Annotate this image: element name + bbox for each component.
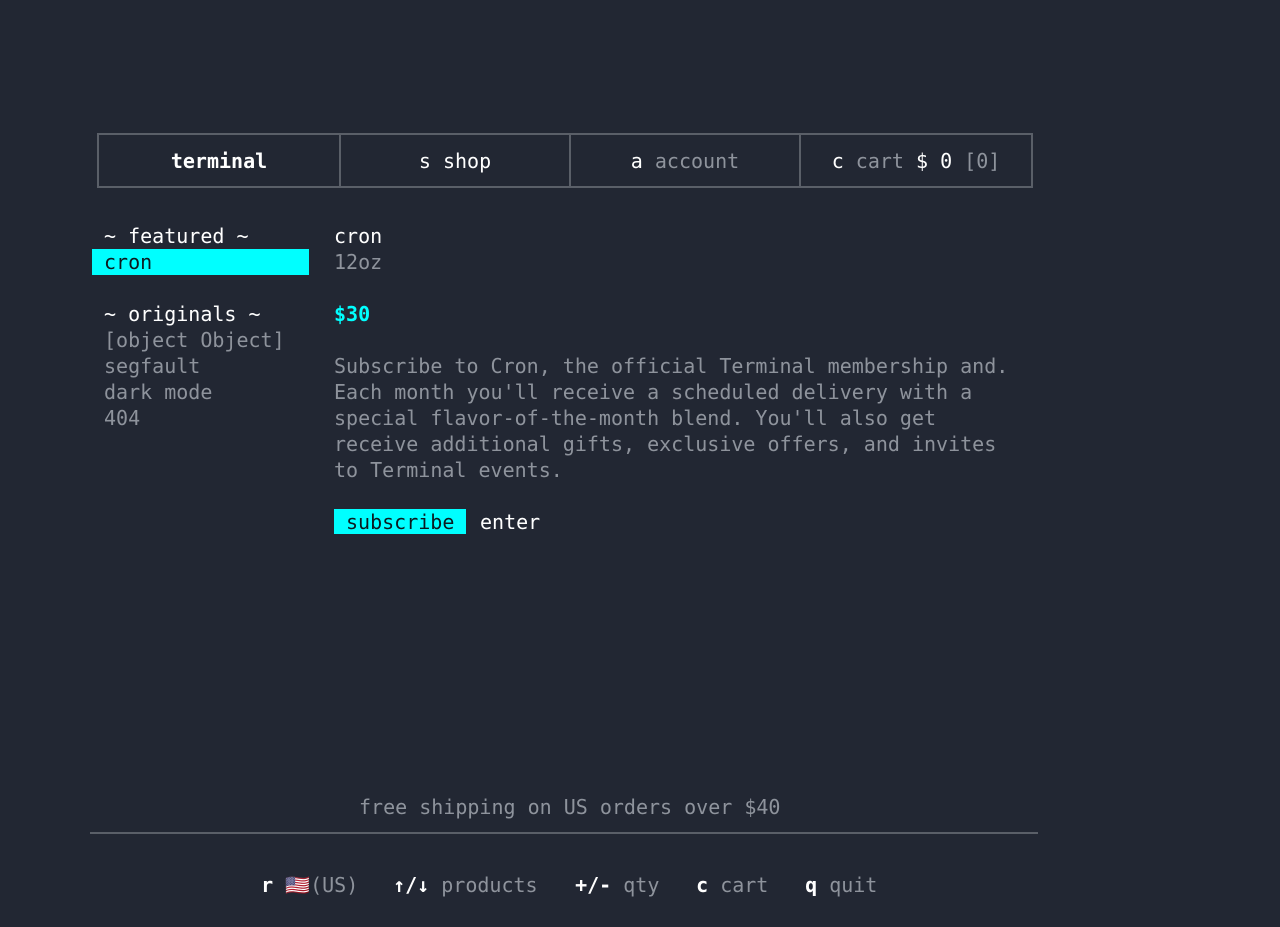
tab-terminal[interactable]: terminal bbox=[99, 135, 341, 186]
shortcut-qty[interactable]: +/- qty bbox=[551, 846, 659, 898]
shortcut-quit[interactable]: q quit bbox=[781, 846, 877, 898]
sidebar-item-object-object[interactable]: [object Object] bbox=[104, 327, 285, 353]
product-name: cron bbox=[334, 224, 383, 248]
tab-shop-label: shop bbox=[442, 148, 492, 173]
enter-key-hint: enter bbox=[480, 510, 541, 534]
shipping-note: free shipping on US orders over $40 bbox=[359, 795, 781, 819]
tab-account-label: account bbox=[654, 148, 740, 173]
shortcut-qty-label: qty bbox=[623, 873, 660, 897]
sidebar-item-cron[interactable]: cron bbox=[92, 249, 309, 275]
shortcut-products-label: products bbox=[441, 873, 538, 897]
product-size: 12oz bbox=[334, 250, 383, 274]
shortcut-cart-key: c bbox=[696, 873, 709, 897]
shortcut-region[interactable]: r 🇺🇸(US) bbox=[237, 846, 358, 898]
shortcut-region-label: 🇺🇸(US) bbox=[285, 873, 359, 897]
product-description: Subscribe to Cron, the official Terminal… bbox=[334, 354, 1009, 482]
shortcut-region-key: r bbox=[261, 873, 274, 897]
cart-total: $ 0 bbox=[916, 148, 953, 173]
tab-account-key: a bbox=[630, 148, 643, 173]
shortcut-qty-key: +/- bbox=[575, 873, 612, 897]
shortcut-cart[interactable]: c cart bbox=[672, 846, 768, 898]
sidebar-item-404[interactable]: 404 bbox=[104, 405, 140, 431]
tab-shop[interactable]: s shop bbox=[341, 135, 571, 186]
product-price: $30 bbox=[334, 302, 371, 326]
featured-heading: ~ featured ~ bbox=[104, 224, 249, 248]
tab-terminal-label: terminal bbox=[170, 148, 268, 173]
shortcut-products[interactable]: ↑/↓ products bbox=[369, 846, 538, 898]
subscribe-button[interactable]: subscribe bbox=[334, 509, 467, 534]
tab-shop-key: s bbox=[418, 148, 431, 173]
shortcut-quit-label: quit bbox=[829, 873, 878, 897]
shortcut-quit-key: q bbox=[805, 873, 818, 897]
originals-heading: ~ originals ~ bbox=[104, 302, 261, 326]
shortcut-products-key: ↑/↓ bbox=[393, 873, 430, 897]
tab-cart-label: cart bbox=[855, 148, 904, 173]
tab-cart-key: c bbox=[831, 148, 844, 173]
tab-account[interactable]: a account bbox=[571, 135, 801, 186]
sidebar-item-dark-mode[interactable]: dark mode bbox=[104, 379, 212, 405]
cart-count: [0] bbox=[964, 148, 1001, 173]
top-nav: terminal s shop a account c cart $ 0 [0] bbox=[97, 133, 1033, 188]
sidebar-item-segfault[interactable]: segfault bbox=[104, 353, 200, 379]
footer-divider bbox=[90, 832, 1038, 834]
shortcut-cart-label: cart bbox=[720, 873, 769, 897]
tab-cart[interactable]: c cart $ 0 [0] bbox=[801, 135, 1031, 186]
